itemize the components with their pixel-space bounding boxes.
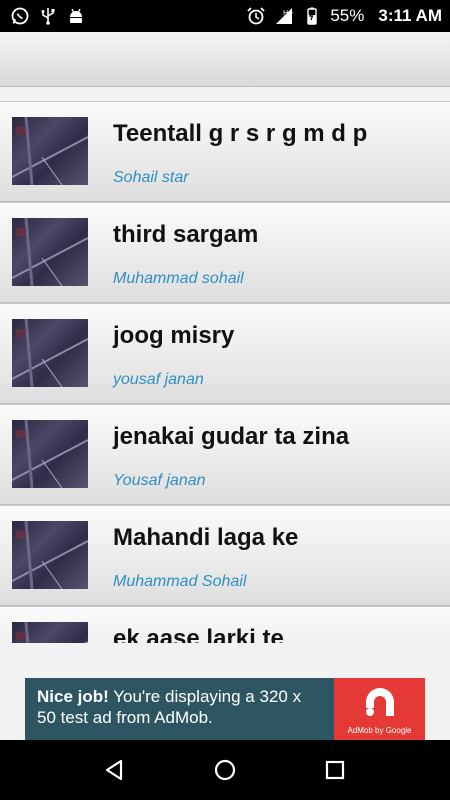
song-thumbnail <box>12 521 88 589</box>
admob-logo: AdMob by Google <box>334 678 425 740</box>
list-item[interactable]: Mahandi laga ke Muhammad Sohail <box>0 505 450 606</box>
alarm-icon <box>246 6 266 26</box>
song-title: Mahandi laga ke <box>113 524 299 551</box>
list-item[interactable]: Teentall g r s r g m d p Sohail star <box>0 101 450 202</box>
usb-icon <box>38 6 58 26</box>
song-title: jenakai gudar ta zina <box>113 423 350 450</box>
song-thumbnail <box>12 117 88 185</box>
recents-button[interactable] <box>315 750 355 790</box>
song-artist: Muhammad sohail <box>113 270 244 287</box>
song-thumbnail <box>12 319 88 387</box>
song-thumbnail <box>12 420 88 488</box>
ad-banner[interactable]: Nice job! You're displaying a 320 x 50 t… <box>25 678 425 740</box>
song-artist: yousaf janan <box>113 371 204 388</box>
signal-icon: H+ <box>274 6 294 26</box>
list-item[interactable]: ek aase larki te <box>0 606 450 643</box>
back-icon <box>105 759 123 781</box>
song-title: joog misry <box>113 322 235 349</box>
battery-charging-icon <box>302 6 322 26</box>
list-item[interactable]: third sargam Muhammad sohail <box>0 202 450 303</box>
song-title: third sargam <box>113 221 259 248</box>
song-thumbnail <box>12 218 88 286</box>
song-thumbnail <box>12 622 88 643</box>
admob-icon <box>365 688 394 716</box>
home-icon <box>214 759 236 781</box>
ad-text: Nice job! You're displaying a 320 x 50 t… <box>25 678 334 740</box>
list-item[interactable]: joog misry yousaf janan <box>0 303 450 404</box>
home-button[interactable] <box>205 750 245 790</box>
song-artist: Muhammad Sohail <box>113 573 247 590</box>
action-bar <box>0 32 450 87</box>
status-bar: H+ 55% 3:11 AM <box>0 0 450 32</box>
battery-percent: 55% <box>330 6 365 25</box>
song-title: Teentall g r s r g m d p <box>113 120 368 147</box>
song-title: ek aase larki te <box>113 625 284 643</box>
list-item[interactable]: jenakai gudar ta zina Yousaf janan <box>0 404 450 505</box>
clock: 3:11 AM <box>378 6 442 25</box>
admob-caption: AdMob by Google <box>347 726 412 735</box>
android-debug-icon <box>66 6 86 26</box>
song-list: Teentall g r s r g m d p Sohail star thi… <box>0 87 450 643</box>
ad-headline: Nice job! <box>37 687 109 706</box>
navigation-bar <box>0 740 450 800</box>
whatsapp-icon <box>10 6 30 26</box>
svg-text:H+: H+ <box>283 9 294 17</box>
song-artist: Yousaf janan <box>113 472 206 489</box>
back-button[interactable] <box>95 750 135 790</box>
recents-icon <box>325 760 345 780</box>
song-artist: Sohail star <box>113 169 189 186</box>
